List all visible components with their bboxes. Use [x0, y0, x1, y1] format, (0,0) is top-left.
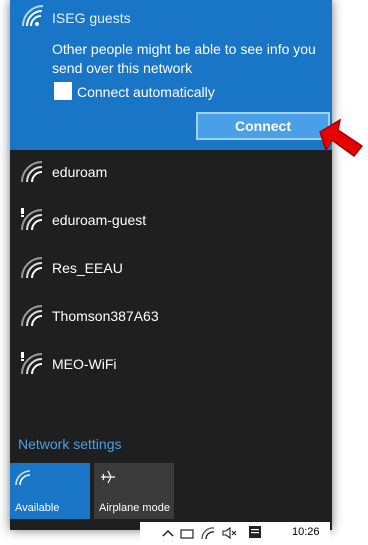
clock[interactable]: 10:26	[292, 526, 320, 538]
selected-network-name: ISEG guests	[52, 10, 131, 26]
wifi-icon	[22, 5, 44, 27]
connect-automatically-checkbox[interactable]	[54, 82, 72, 100]
wifi-warning-icon	[21, 352, 43, 375]
wifi-icon	[21, 257, 43, 279]
wifi-tile-label: Available	[15, 502, 60, 514]
wifi-icon	[21, 305, 43, 327]
network-settings-link[interactable]: Network settings	[18, 436, 121, 452]
wifi-icon	[21, 161, 43, 183]
speaker-muted-icon[interactable]	[222, 527, 238, 539]
network-name: eduroam	[52, 164, 108, 180]
annotation-arrow-icon	[319, 118, 364, 158]
network-name: Thomson387A63	[52, 308, 159, 324]
selected-network-panel[interactable]: ISEG guests Other people might be able t…	[10, 0, 332, 150]
connect-button[interactable]: Connect	[196, 112, 330, 140]
network-name: MEO-WiFi	[52, 356, 117, 372]
network-name: Res_EEAU	[52, 260, 123, 276]
wifi-warning-icon	[21, 208, 43, 231]
airplane-mode-tile[interactable]: Airplane mode	[94, 463, 174, 519]
chevron-up-icon[interactable]	[162, 528, 174, 538]
connect-automatically-label: Connect automatically	[77, 84, 215, 100]
airplane-tile-label: Airplane mode	[99, 502, 170, 514]
wifi-tray-icon[interactable]	[200, 526, 216, 540]
wifi-toggle-tile[interactable]: Available	[10, 463, 90, 519]
wifi-icon	[15, 470, 31, 486]
network-item-eduroam[interactable]: eduroam	[10, 150, 332, 198]
network-tray-icon[interactable]	[180, 528, 194, 540]
network-name: eduroam-guest	[52, 212, 147, 228]
network-item-meo-wifi[interactable]: MEO-WiFi	[10, 342, 332, 390]
network-flyout: ISEG guests Other people might be able t…	[10, 0, 332, 530]
network-item-res-eeau[interactable]: Res_EEAU	[10, 246, 332, 294]
network-item-eduroam-guest[interactable]: eduroam-guest	[10, 198, 332, 246]
airplane-icon	[101, 470, 115, 484]
notifications-icon[interactable]	[248, 525, 262, 539]
network-item-thomson387a63[interactable]: Thomson387A63	[10, 294, 332, 342]
security-warning-text: Other people might be able to see info y…	[52, 41, 316, 76]
